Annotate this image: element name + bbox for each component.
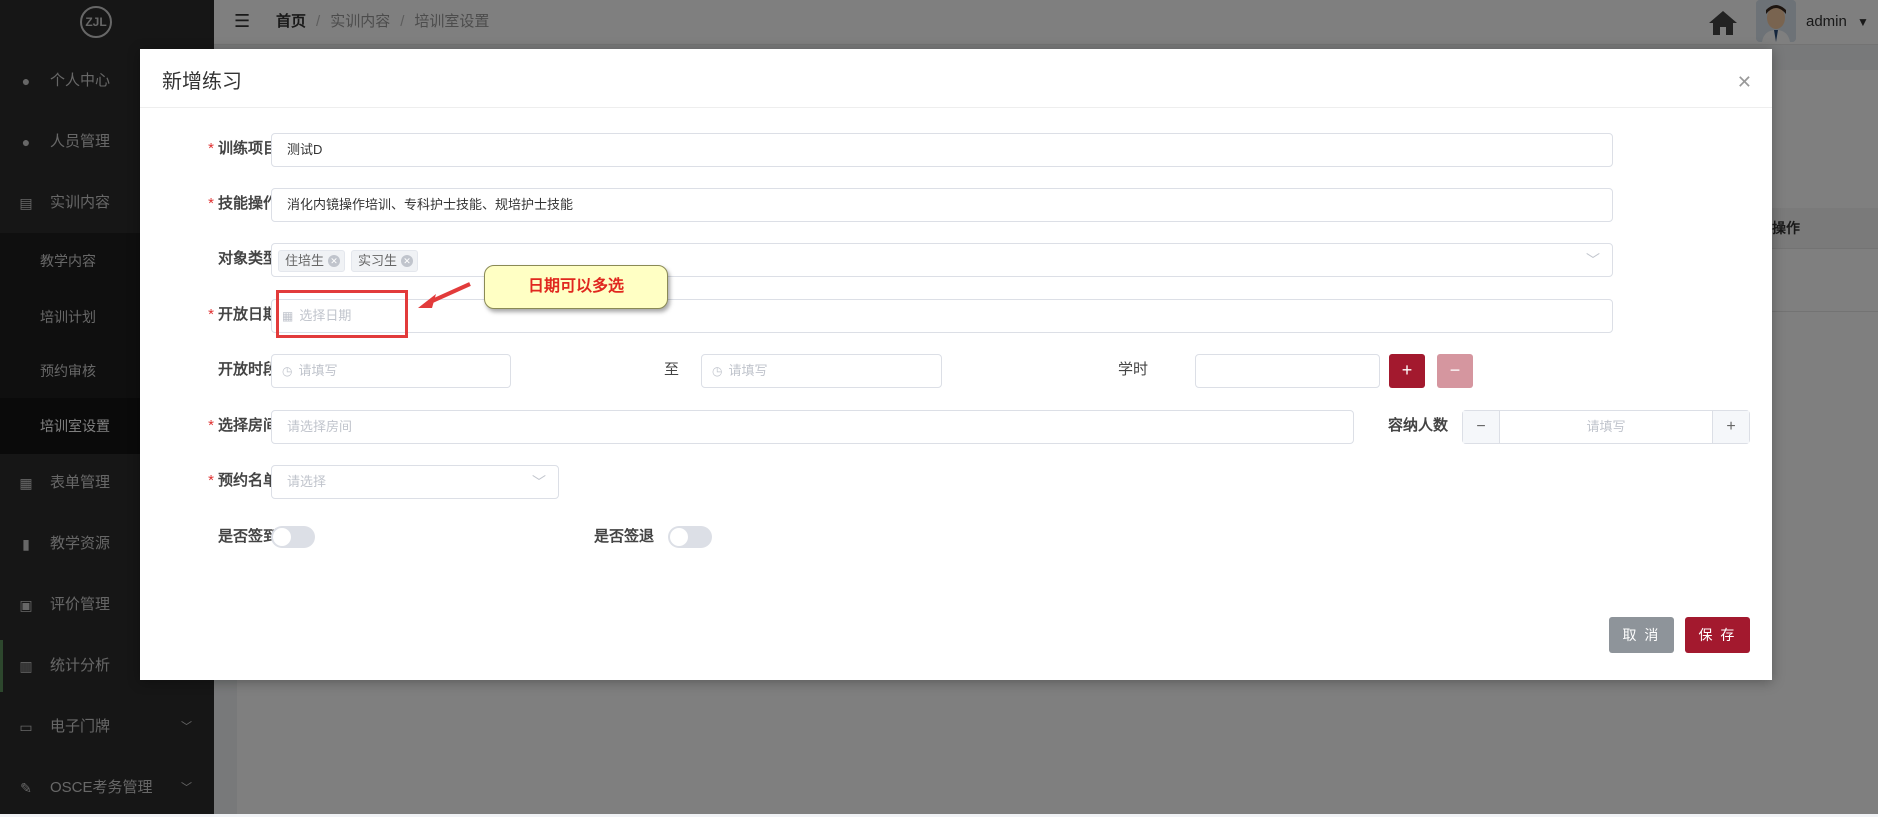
annotation-highlight-box (276, 290, 408, 338)
close-icon[interactable]: ✕ (1737, 73, 1752, 91)
skill-label: * 技能操作 (208, 195, 278, 212)
period-start-input[interactable]: ◷ 请填写 (271, 354, 511, 388)
hours-label: 学时 (1118, 361, 1149, 378)
target-type-select[interactable]: 住培生 ✕ 实习生 ✕ ﹀ (271, 243, 1613, 277)
booking-list-select[interactable]: 请选择 ﹀ (271, 465, 559, 499)
skill-input[interactable]: 消化内镜操作培训、专科护士技能、规培护士技能 (271, 188, 1613, 222)
annotation-callout: 日期可以多选 (484, 265, 668, 309)
chevron-down-icon: ﹀ (1586, 252, 1600, 268)
annotation-arrow-icon (418, 282, 471, 308)
sign-in-label: 是否签到 (217, 528, 278, 545)
sign-out-switch[interactable] (668, 526, 712, 548)
training-item-input[interactable]: 测试D (271, 133, 1613, 167)
add-practice-dialog: 新增练习 ✕ * 训练项目 测试D * 技能操作 消化内镜操作培训、专科护士技能、规… (140, 49, 1772, 680)
room-select[interactable]: 请选择房间 (271, 410, 1354, 444)
chevron-down-icon: ﹀ (532, 474, 546, 490)
target-type-label: 对象类型 (217, 250, 278, 267)
period-to-label: 至 (664, 361, 680, 378)
sign-in-switch[interactable] (271, 526, 315, 548)
increase-icon[interactable]: + (1712, 411, 1749, 443)
room-label: * 选择房间 (208, 417, 278, 434)
switch-knob (273, 528, 291, 546)
dialog-title: 新增练习 (162, 71, 242, 93)
open-date-label: * 开放日期 (208, 306, 278, 323)
cancel-button[interactable]: 取 消 (1609, 617, 1674, 653)
period-end-input[interactable]: ◷ 请填写 (701, 354, 942, 388)
clock-icon: ◷ (712, 364, 723, 378)
decrease-icon[interactable]: − (1463, 411, 1500, 443)
booking-list-label: * 预约名单 (208, 472, 278, 489)
tag-resident: 住培生 ✕ (278, 249, 346, 272)
capacity-stepper[interactable]: − 请填写 + (1462, 410, 1750, 444)
capacity-label: 容纳人数 (1388, 417, 1449, 434)
open-period-label: 开放时段 (217, 361, 278, 378)
save-button[interactable]: 保 存 (1685, 617, 1750, 653)
remove-period-button[interactable]: − (1437, 354, 1473, 388)
tag-intern: 实习生 ✕ (351, 249, 419, 272)
add-period-button[interactable]: + (1389, 354, 1425, 388)
training-item-label: * 训练项目 (208, 140, 278, 157)
tag-close-icon[interactable]: ✕ (328, 254, 341, 267)
capacity-input[interactable]: 请填写 (1499, 411, 1713, 443)
tag-close-icon[interactable]: ✕ (401, 254, 414, 267)
switch-knob (670, 528, 688, 546)
hours-input[interactable] (1195, 354, 1380, 388)
dialog-divider (140, 107, 1772, 108)
sign-out-label: 是否签退 (594, 528, 655, 545)
clock-icon: ◷ (282, 364, 293, 378)
